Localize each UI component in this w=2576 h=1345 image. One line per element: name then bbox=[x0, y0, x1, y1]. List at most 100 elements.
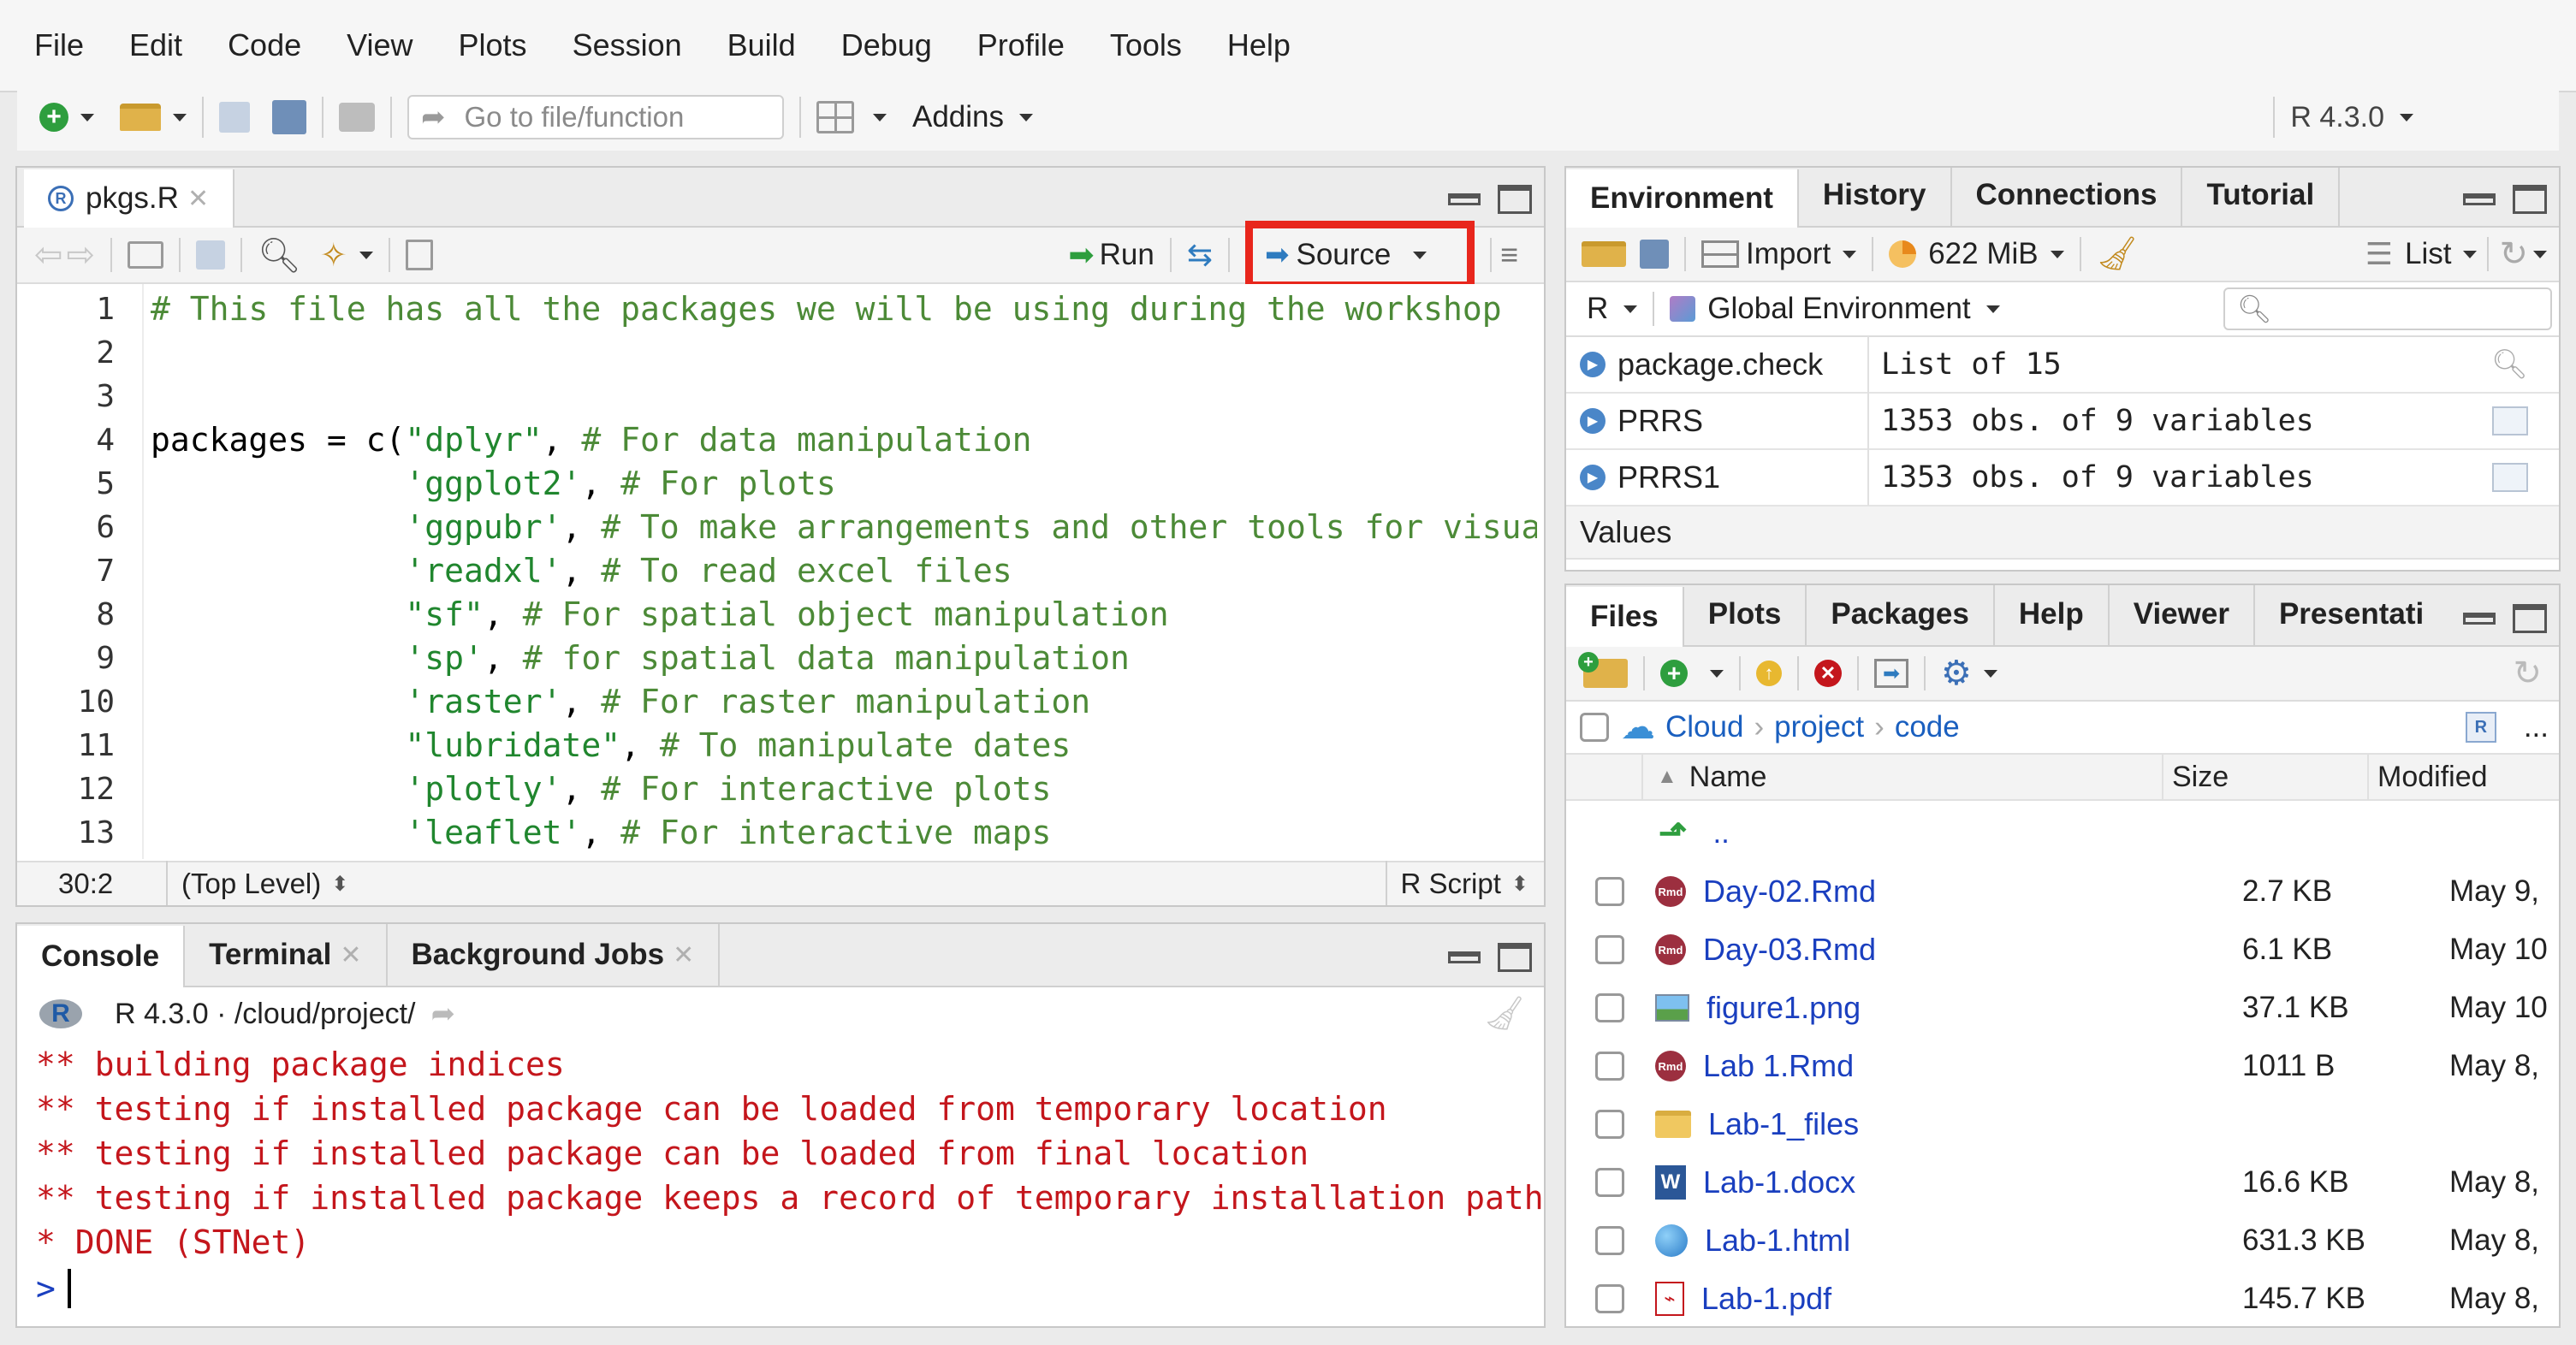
menu-edit[interactable]: Edit bbox=[129, 27, 182, 63]
r-project-icon[interactable]: R bbox=[2465, 712, 2496, 743]
scope-selector[interactable]: (Top Level) ⬍ bbox=[181, 868, 348, 900]
more-files-button[interactable]: ⚙ bbox=[1941, 654, 1997, 693]
file-checkbox[interactable] bbox=[1595, 993, 1624, 1022]
tab-viewer[interactable]: Viewer bbox=[2110, 585, 2255, 645]
magic-wand-icon[interactable]: ✧ bbox=[320, 236, 347, 275]
delete-icon[interactable]: ✕ bbox=[1814, 660, 1842, 687]
new-folder-icon[interactable]: + bbox=[1578, 652, 1628, 688]
breadcrumb-project[interactable]: project bbox=[1774, 710, 1864, 744]
expand-icon[interactable]: ▶ bbox=[1580, 352, 1606, 377]
column-name-header[interactable]: ▲ Name bbox=[1643, 753, 2163, 801]
env-row[interactable]: ▶ package.check List of 15 🔍︎ bbox=[1566, 336, 2559, 394]
menu-code[interactable]: Code bbox=[228, 27, 301, 63]
show-in-window-icon[interactable] bbox=[128, 241, 164, 269]
code-area[interactable]: 1 2 3 4 5 6 7 8 9 10 11 12 13 # This file has all th… bbox=[17, 284, 1544, 859]
rename-icon[interactable]: ➡ bbox=[1874, 659, 1908, 688]
file-row[interactable]: Lab-1_files bbox=[1566, 1095, 2559, 1153]
menu-debug[interactable]: Debug bbox=[841, 27, 932, 63]
addins-button[interactable]: Addins bbox=[912, 100, 1034, 134]
tab-environment[interactable]: Environment bbox=[1566, 169, 1799, 228]
save-workspace-icon[interactable] bbox=[1640, 240, 1669, 269]
tab-tutorial[interactable]: Tutorial bbox=[2182, 168, 2341, 226]
tab-pkgs-r[interactable]: R pkgs.R ✕ bbox=[24, 169, 235, 228]
environment-selector[interactable]: Global Environment bbox=[1670, 292, 2000, 326]
new-blank-file-button[interactable]: + bbox=[1660, 660, 1724, 687]
menu-build[interactable]: Build bbox=[727, 27, 796, 63]
env-search-input[interactable]: 🔍︎ bbox=[2223, 287, 2552, 330]
menu-file[interactable]: File bbox=[34, 27, 84, 63]
tab-files[interactable]: Files bbox=[1566, 587, 1684, 647]
file-checkbox[interactable] bbox=[1595, 1168, 1624, 1197]
file-name-link[interactable]: Lab-1.docx bbox=[1703, 1164, 2182, 1200]
maximize-icon[interactable] bbox=[2513, 604, 2547, 633]
rerun-icon[interactable]: ⇆ bbox=[1187, 237, 1213, 273]
goto-file-input[interactable]: ➦ Go to file/function bbox=[407, 95, 784, 139]
tab-terminal[interactable]: Terminal ✕ bbox=[185, 924, 388, 986]
maximize-icon[interactable] bbox=[1498, 185, 1532, 214]
r-version-button[interactable]: R 4.3.0 bbox=[2290, 101, 2413, 134]
close-icon[interactable]: ✕ bbox=[340, 940, 361, 970]
file-checkbox[interactable] bbox=[1595, 1226, 1624, 1255]
breadcrumb-code[interactable]: code bbox=[1895, 710, 1960, 744]
tab-presentation[interactable]: Presentati bbox=[2255, 585, 2448, 645]
file-row[interactable]: Lab-1.html 631.3 KB May 8, bbox=[1566, 1212, 2559, 1270]
search-icon[interactable]: 🔍︎ bbox=[2491, 347, 2528, 382]
notebook-icon[interactable] bbox=[405, 240, 433, 270]
file-name-link[interactable]: Lab-1_files bbox=[1708, 1106, 2187, 1142]
table-view-icon[interactable] bbox=[2492, 406, 2528, 435]
file-row[interactable]: figure1.png 37.1 KB May 10 bbox=[1566, 979, 2559, 1037]
close-icon[interactable]: ✕ bbox=[673, 940, 694, 970]
new-file-button[interactable]: + bbox=[39, 103, 94, 132]
memory-usage-button[interactable]: 622 MiB bbox=[1889, 237, 2064, 271]
file-checkbox[interactable] bbox=[1595, 877, 1624, 906]
broom-icon[interactable]: 🧹︎ bbox=[2097, 235, 2138, 273]
file-name-link[interactable]: Day-03.Rmd bbox=[1703, 932, 2182, 968]
menu-profile[interactable]: Profile bbox=[977, 27, 1065, 63]
tab-console[interactable]: Console bbox=[17, 926, 186, 987]
refresh-icon[interactable]: ↻ bbox=[2513, 654, 2542, 693]
minimize-icon[interactable] bbox=[1448, 193, 1481, 205]
go-to-dir-icon[interactable]: ➦ bbox=[431, 997, 456, 1031]
column-size-header[interactable]: Size bbox=[2163, 753, 2369, 801]
file-name-link[interactable]: Lab-1.html bbox=[1705, 1223, 2184, 1259]
file-row[interactable]: Rmd Lab 1.Rmd 1011 B May 8, bbox=[1566, 1037, 2559, 1095]
file-name-link[interactable]: Lab-1.pdf bbox=[1701, 1281, 2181, 1317]
refresh-button[interactable]: ↻ bbox=[2499, 234, 2547, 274]
env-row[interactable]: ▶ PRRS1 1353 obs. of 9 variables bbox=[1566, 449, 2559, 507]
menu-help[interactable]: Help bbox=[1227, 27, 1291, 63]
file-row[interactable]: Rmd Day-03.Rmd 6.1 KB May 10 bbox=[1566, 921, 2559, 979]
maximize-icon[interactable] bbox=[2513, 185, 2547, 214]
tab-connections[interactable]: Connections bbox=[1952, 168, 2183, 226]
clear-console-icon[interactable]: 🧹︎ bbox=[1484, 995, 1525, 1033]
chevron-down-icon[interactable] bbox=[359, 251, 373, 259]
language-selector[interactable]: R bbox=[1587, 292, 1638, 326]
forward-arrow-icon[interactable]: ⇨ bbox=[67, 235, 96, 275]
select-all-checkbox[interactable] bbox=[1580, 713, 1609, 742]
print-icon[interactable] bbox=[339, 103, 375, 132]
file-name-link[interactable]: figure1.png bbox=[1706, 990, 2186, 1026]
upload-icon[interactable]: ↑ bbox=[1756, 661, 1782, 686]
file-row[interactable]: Rmd Day-02.Rmd 2.7 KB May 9, bbox=[1566, 862, 2559, 921]
maximize-icon[interactable] bbox=[1498, 943, 1532, 972]
save-icon[interactable] bbox=[196, 240, 226, 270]
expand-icon[interactable]: ▶ bbox=[1580, 465, 1606, 490]
close-icon[interactable]: ✕ bbox=[187, 184, 209, 214]
run-button[interactable]: ➡ Run bbox=[1068, 237, 1154, 273]
file-checkbox[interactable] bbox=[1595, 1052, 1624, 1081]
file-row[interactable]: ⌁ Lab-1.pdf 145.7 KB May 8, bbox=[1566, 1270, 2559, 1326]
column-modified-header[interactable]: Modified bbox=[2369, 753, 2559, 801]
menu-view[interactable]: View bbox=[347, 27, 413, 63]
console-prompt-line[interactable]: > bbox=[36, 1266, 71, 1311]
more-button[interactable]: ... bbox=[2524, 710, 2549, 744]
minimize-icon[interactable] bbox=[2463, 613, 2496, 625]
env-row[interactable]: ▶ PRRS 1353 obs. of 9 variables bbox=[1566, 393, 2559, 450]
tab-plots[interactable]: Plots bbox=[1684, 585, 1807, 645]
file-checkbox[interactable] bbox=[1595, 1110, 1624, 1139]
parent-dir-row[interactable]: ⬏ .. bbox=[1566, 804, 2559, 862]
tab-history[interactable]: History bbox=[1799, 168, 1952, 226]
outline-icon[interactable]: ≡ bbox=[1500, 237, 1518, 273]
file-name-link[interactable]: Day-02.Rmd bbox=[1703, 874, 2182, 910]
save-icon[interactable] bbox=[219, 102, 250, 133]
breadcrumb-cloud[interactable]: Cloud bbox=[1665, 710, 1743, 744]
save-all-icon[interactable] bbox=[272, 100, 306, 134]
